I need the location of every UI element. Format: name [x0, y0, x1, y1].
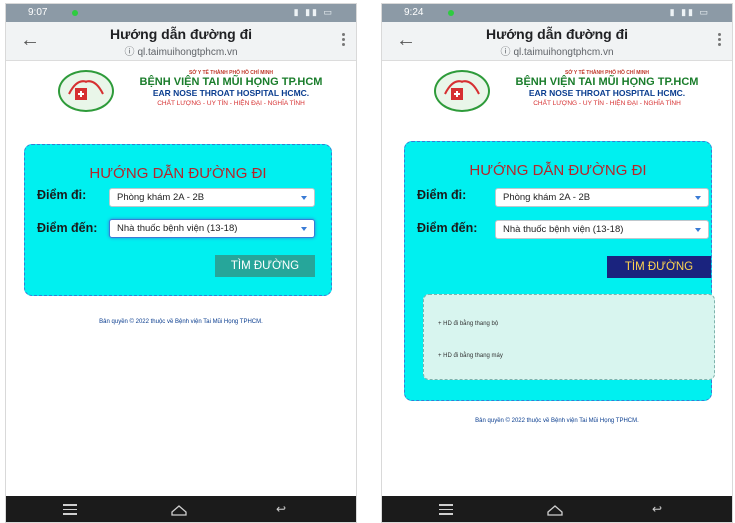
app-bar: ← Hướng dẫn đường đi ⓘ ql.taimuihongtphcm…	[382, 22, 732, 61]
form-title: HƯỚNG DẪN ĐƯỜNG ĐI	[469, 162, 647, 179]
status-time: 9:24	[404, 7, 424, 18]
info-icon[interactable]: ⓘ	[124, 47, 134, 58]
from-select-value: Phòng khám 2A - 2B	[503, 192, 591, 203]
status-bar: 9:24 ▮ ▮▮ ▭	[382, 4, 732, 22]
hospital-logo-icon	[58, 70, 114, 112]
home-icon[interactable]	[171, 503, 187, 521]
phone-screen-right: 9:24 ▮ ▮▮ ▭ ← Hướng dẫn đường đi ⓘ ql.tai…	[381, 3, 733, 523]
page-url: ⓘ ql.taimuihongtphcm.vn	[382, 43, 732, 58]
directions-result-panel: + HD đi bằng thang bộ + HD đi bằng thang…	[423, 294, 715, 380]
stairs-direction-link[interactable]: + HD đi bằng thang bộ	[438, 321, 498, 327]
copyright-text: Bản quyền © 2022 thuộc về Bệnh viện Tai …	[475, 418, 639, 424]
phone-screen-left: 9:07 ▮ ▮▮ ▭ ← Hướng dẫn đường đi ⓘ ql.tai…	[5, 3, 357, 523]
page-url: ⓘ ql.taimuihongtphcm.vn	[6, 43, 356, 58]
to-select-value: Nhà thuốc bệnh viện (13-18)	[503, 224, 624, 235]
logo-english-name: EAR NOSE THROAT HOSPITAL HCMC.	[528, 88, 686, 98]
to-select-value: Nhà thuốc bệnh viện (13-18)	[117, 223, 238, 234]
hospital-logo-icon	[434, 70, 490, 112]
android-nav-bar: ↩	[382, 496, 732, 522]
logo-hospital-name: BỆNH VIỆN TAI MŨI HỌNG TP.HCM	[515, 76, 699, 88]
chevron-down-icon	[695, 196, 701, 200]
info-icon[interactable]: ⓘ	[500, 47, 510, 58]
page-title: Hướng dẫn đường đi	[485, 26, 629, 42]
elevator-direction-link[interactable]: + HD đi bằng thang máy	[438, 353, 503, 359]
logo-hospital-name: BỆNH VIỆN TAI MŨI HỌNG TP.HCM	[139, 76, 323, 88]
to-select[interactable]: Nhà thuốc bệnh viện (13-18)	[495, 220, 709, 239]
from-select-value: Phòng khám 2A - 2B	[117, 192, 205, 203]
directions-form: HƯỚNG DẪN ĐƯỜNG ĐI Điểm đi: Phòng khám 2…	[404, 141, 715, 401]
url-text: ql.taimuihongtphcm.vn	[513, 47, 614, 58]
recent-apps-icon[interactable]	[439, 504, 453, 518]
chevron-down-icon	[301, 196, 307, 200]
notification-dot-icon	[72, 10, 78, 16]
find-route-button[interactable]: TÌM ĐƯỜNG	[607, 256, 711, 278]
back-nav-icon[interactable]: ↩	[652, 502, 662, 516]
hospital-header: SỞ Y TẾ THÀNH PHỐ HỒ CHÍ MINH BỆNH VIỆN …	[382, 64, 732, 126]
to-label: Điểm đến:	[37, 221, 98, 235]
more-menu-icon[interactable]	[718, 33, 722, 49]
recent-apps-icon[interactable]	[63, 504, 77, 518]
from-label: Điểm đi:	[417, 188, 467, 202]
url-text: ql.taimuihongtphcm.vn	[137, 47, 238, 58]
hospital-name-block: SỞ Y TẾ THÀNH PHỐ HỒ CHÍ MINH BỆNH VIỆN …	[126, 70, 336, 108]
from-select[interactable]: Phòng khám 2A - 2B	[495, 188, 709, 207]
more-menu-icon[interactable]	[342, 33, 346, 49]
status-bar: 9:07 ▮ ▮▮ ▭	[6, 4, 356, 22]
hospital-name-block: SỞ Y TẾ THÀNH PHỐ HỒ CHÍ MINH BỆNH VIỆN …	[502, 70, 712, 108]
home-icon[interactable]	[547, 503, 563, 521]
from-label: Điểm đi:	[37, 188, 87, 202]
logo-english-name: EAR NOSE THROAT HOSPITAL HCMC.	[152, 88, 310, 98]
android-nav-bar: ↩	[6, 496, 356, 522]
logo-slogan: CHẤT LƯỢNG - UY TÍN - HIỆN ĐẠI - NGHĨA T…	[533, 100, 681, 107]
app-bar: ← Hướng dẫn đường đi ⓘ ql.taimuihongtphcm…	[6, 22, 356, 61]
back-nav-icon[interactable]: ↩	[276, 502, 286, 516]
form-title: HƯỚNG DẪN ĐƯỜNG ĐI	[89, 165, 267, 182]
hospital-header: SỞ Y TẾ THÀNH PHỐ HỒ CHÍ MINH BỆNH VIỆN …	[6, 64, 356, 126]
battery-signal-icon: ▮ ▮▮ ▭	[293, 7, 334, 17]
chevron-down-icon	[301, 227, 307, 231]
logo-slogan: CHẤT LƯỢNG - UY TÍN - HIỆN ĐẠI - NGHĨA T…	[157, 100, 305, 107]
copyright-text: Bản quyền © 2022 thuộc về Bệnh viện Tai …	[99, 319, 263, 325]
notification-dot-icon	[448, 10, 454, 16]
to-select[interactable]: Nhà thuốc bệnh viện (13-18)	[109, 219, 315, 238]
to-label: Điểm đến:	[417, 221, 478, 235]
chevron-down-icon	[695, 228, 701, 232]
from-select[interactable]: Phòng khám 2A - 2B	[109, 188, 315, 207]
battery-signal-icon: ▮ ▮▮ ▭	[669, 7, 710, 17]
directions-form: HƯỚNG DẪN ĐƯỜNG ĐI Điểm đi: Phòng khám 2…	[24, 144, 332, 296]
status-time: 9:07	[28, 7, 48, 18]
find-route-button[interactable]: TÌM ĐƯỜNG	[215, 255, 315, 277]
page-title: Hướng dẫn đường đi	[109, 26, 253, 42]
